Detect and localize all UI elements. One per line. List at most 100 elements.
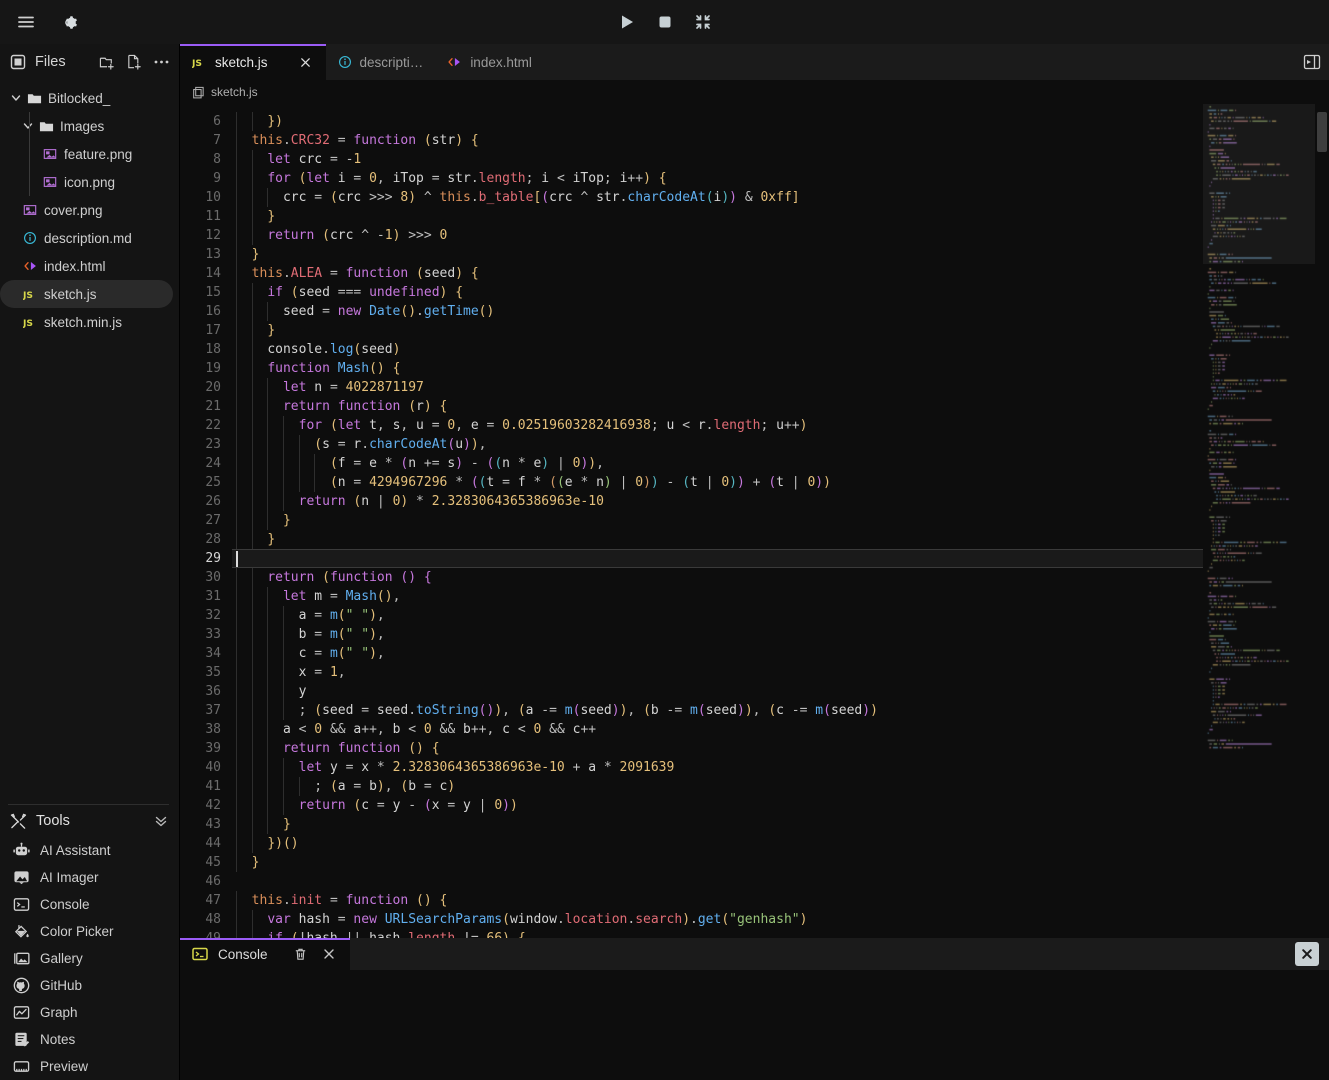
tool-item-notes[interactable]: Notes [0, 1026, 179, 1053]
image-icon [40, 147, 60, 161]
code-line[interactable]: (s = r.charCodeAt(u)), [232, 435, 1203, 454]
tree-item-sketch-min-js[interactable]: JS sketch.min.js [0, 308, 173, 336]
tab-index-html[interactable]: index.html [435, 44, 544, 80]
breadcrumb-label: sketch.js [211, 85, 258, 99]
code-line[interactable]: y [232, 682, 1203, 701]
code-line[interactable]: } [232, 321, 1203, 340]
tree-item-feature-png[interactable]: feature.png [0, 140, 173, 168]
code-line[interactable]: seed = new Date().getTime() [232, 302, 1203, 321]
code-line[interactable]: return (crc ^ -1) >>> 0 [232, 226, 1203, 245]
breadcrumb[interactable]: sketch.js [180, 80, 1329, 104]
code-line[interactable] [232, 872, 1203, 891]
minimap-slider[interactable] [1203, 104, 1315, 264]
tab-descripti-[interactable]: descripti… [325, 44, 436, 80]
code-line[interactable]: function Mash() { [232, 359, 1203, 378]
code-line[interactable]: this.init = function () { [232, 891, 1203, 910]
code-line[interactable]: b = m(" "), [232, 625, 1203, 644]
code-line[interactable]: if (!hash || hash.length != 66) { [232, 929, 1203, 938]
code-line[interactable]: })() [232, 834, 1203, 853]
tool-item-ai-imager[interactable]: AI Imager [0, 864, 179, 891]
stop-icon[interactable] [651, 8, 679, 36]
scrollbar-thumb[interactable] [1317, 112, 1327, 152]
code-line[interactable]: this.CRC32 = function (str) { [232, 131, 1203, 150]
code-line[interactable]: if (seed === undefined) { [232, 283, 1203, 302]
files-label: Files [35, 54, 66, 70]
code-line[interactable]: return (n | 0) * 2.3283064365386963e-10 [232, 492, 1203, 511]
tool-item-ai-assistant[interactable]: AI Assistant [0, 837, 179, 864]
code-line[interactable]: for (let t, s, u = 0, e = 0.025196032824… [232, 416, 1203, 435]
hamburger-menu-icon[interactable] [12, 8, 40, 36]
tab-sketch-js[interactable]: JS sketch.js [180, 44, 326, 80]
line-number: 30 [205, 570, 221, 585]
code-line[interactable]: let y = x * 2.3283064365386963e-10 + a *… [232, 758, 1203, 777]
tab-console[interactable]: Console [180, 938, 350, 970]
code-line[interactable]: let n = 4022871197 [232, 378, 1203, 397]
more-options-icon[interactable] [151, 52, 171, 72]
gear-icon[interactable] [54, 8, 82, 36]
tool-item-graph[interactable]: Graph [0, 999, 179, 1026]
close-icon[interactable] [298, 54, 314, 70]
tool-item-github[interactable]: GitHub [0, 972, 179, 999]
code-line[interactable]: ; (seed = seed.toString()), (a -= m(seed… [232, 701, 1203, 720]
play-icon[interactable] [613, 8, 641, 36]
code-line[interactable]: (f = e * (n += s) - ((n * e) | 0)), [232, 454, 1203, 473]
code-line[interactable]: } [232, 511, 1203, 530]
js-file-icon: JS [192, 56, 207, 69]
collapse-icon[interactable] [689, 8, 717, 36]
tool-item-color-picker[interactable]: Color Picker [0, 918, 179, 945]
tree-item-description-md[interactable]: description.md [0, 224, 173, 252]
tree-item-images[interactable]: Images [0, 112, 173, 140]
tools-header[interactable]: Tools [0, 805, 179, 837]
tree-item-bitlocked-[interactable]: Bitlocked_ [0, 84, 173, 112]
code-line[interactable]: let crc = -1 [232, 150, 1203, 169]
code-line[interactable]: return (function () { [232, 568, 1203, 587]
tree-item-icon-png[interactable]: icon.png [0, 168, 173, 196]
code-content[interactable]: }) this.CRC32 = function (str) { let crc… [232, 104, 1203, 938]
tree-item-index-html[interactable]: index.html [0, 252, 173, 280]
code-line[interactable] [232, 549, 1203, 568]
code-line[interactable]: a = m(" "), [232, 606, 1203, 625]
tool-item-preview[interactable]: Preview [0, 1053, 179, 1080]
code-line[interactable]: } [232, 815, 1203, 834]
code-line[interactable]: }) [232, 112, 1203, 131]
tab-label: descripti… [359, 54, 424, 70]
code-line[interactable]: var hash = new URLSearchParams(window.lo… [232, 910, 1203, 929]
console-output[interactable] [180, 970, 1329, 1080]
tool-item-gallery[interactable]: Gallery [0, 945, 179, 972]
code-line[interactable]: this.ALEA = function (seed) { [232, 264, 1203, 283]
code-line[interactable]: x = 1, [232, 663, 1203, 682]
vertical-scrollbar[interactable] [1315, 104, 1329, 938]
new-file-icon[interactable] [124, 52, 144, 72]
tree-item-cover-png[interactable]: cover.png [0, 196, 173, 224]
code-line[interactable]: crc = (crc >>> 8) ^ this.b_table[(crc ^ … [232, 188, 1203, 207]
code-scroll-region[interactable]: 6 7 8 9 10 11 12 13 14 15 16 17 18 19 20 21 22 23 24 25 26 27… [180, 104, 1203, 938]
new-folder-icon[interactable] [97, 52, 117, 72]
code-line[interactable]: for (let i = 0, iTop = str.length; i < i… [232, 169, 1203, 188]
code-line[interactable]: } [232, 530, 1203, 549]
code-line[interactable]: c = m(" "), [232, 644, 1203, 663]
tool-item-console[interactable]: Console [0, 891, 179, 918]
folder-icon [36, 119, 56, 134]
code-line[interactable]: let m = Mash(), [232, 587, 1203, 606]
close-panel-icon[interactable] [1295, 942, 1319, 966]
line-number: 32 [205, 608, 221, 623]
minimap[interactable] [1203, 104, 1315, 938]
code-line[interactable]: (n = 4294967296 * ((t = f * ((e * n) | 0… [232, 473, 1203, 492]
close-icon[interactable] [320, 945, 338, 963]
code-line[interactable]: return function (r) { [232, 397, 1203, 416]
chevron-down-icon[interactable] [8, 92, 24, 104]
toggle-panel-icon[interactable] [1295, 44, 1329, 80]
trash-icon[interactable] [292, 945, 310, 963]
code-line[interactable]: return (c = y - (x = y | 0)) [232, 796, 1203, 815]
chevron-down-icon[interactable] [151, 813, 171, 829]
code-line[interactable]: } [232, 245, 1203, 264]
code-line[interactable]: } [232, 207, 1203, 226]
code-line[interactable]: ; (a = b), (b = c) [232, 777, 1203, 796]
code-line[interactable]: console.log(seed) [232, 340, 1203, 359]
svg-text:JS: JS [192, 57, 202, 68]
code-line[interactable]: a < 0 && a++, b < 0 && b++, c < 0 && c++ [232, 720, 1203, 739]
code-line[interactable]: return function () { [232, 739, 1203, 758]
code-line[interactable]: } [232, 853, 1203, 872]
chevron-down-icon[interactable] [20, 120, 36, 132]
tree-item-sketch-js[interactable]: JS sketch.js [0, 280, 173, 308]
